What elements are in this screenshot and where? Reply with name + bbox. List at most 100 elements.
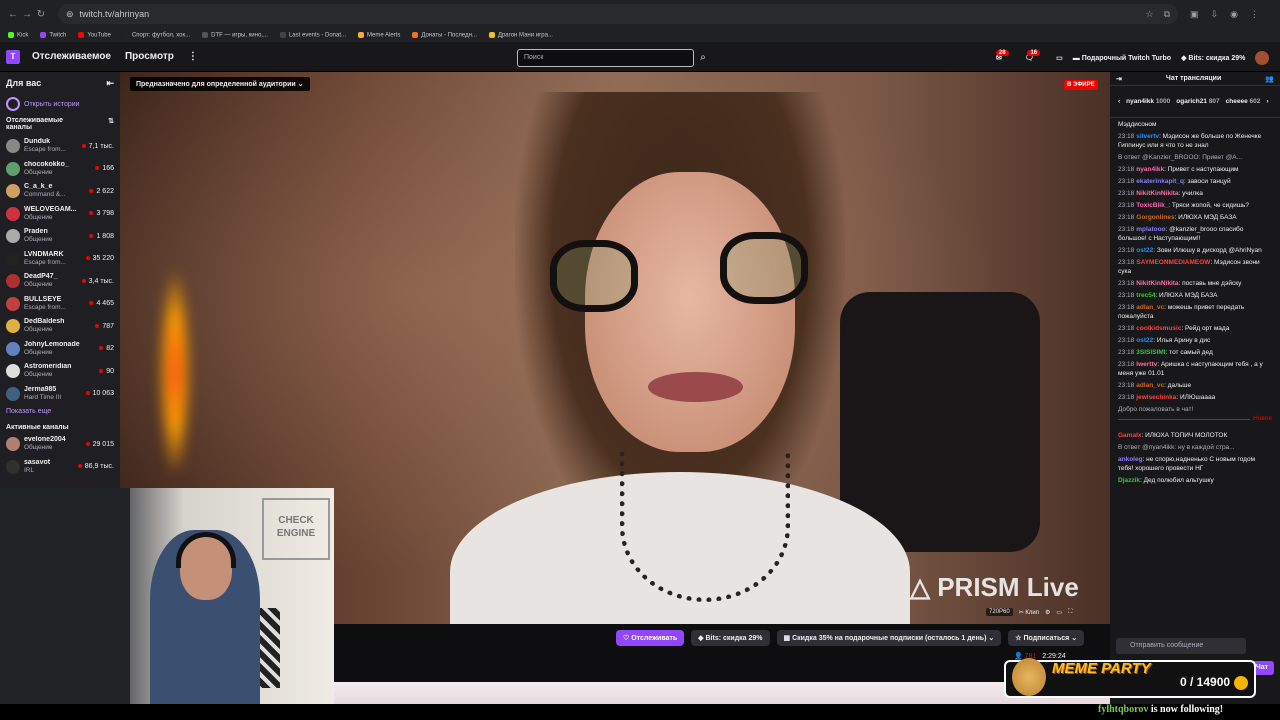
bookmark-item[interactable]: Meme Alerts (358, 31, 400, 38)
top-gifter[interactable]: cheeee 602 (1226, 98, 1261, 105)
gifter-name: ogarich21 (1176, 98, 1207, 105)
search-icon[interactable]: ⌕ (695, 49, 711, 67)
download-icon[interactable]: ⇩ (1211, 9, 1219, 20)
theatre-mode-icon[interactable]: ▭ (1056, 609, 1062, 616)
sidebar-channel[interactable]: Astromeridian Общение 90 (0, 360, 120, 383)
bookmark-item[interactable]: Донаты - Последн... (412, 31, 477, 38)
streamer-face (585, 172, 795, 452)
profile-icon[interactable]: ◉ (1230, 9, 1238, 20)
sidebar-channel[interactable]: evelone2004 Общение 29 015 (0, 433, 120, 456)
bookmark-favicon-icon (202, 31, 209, 38)
sidebar-channel[interactable]: sasavot IRL 86,9 тыс. (0, 456, 120, 479)
users-icon[interactable]: 👥 (1265, 75, 1274, 83)
top-gifter[interactable]: nyan4ikk 1000 (1126, 98, 1170, 105)
message-username[interactable]: adlan_vc (1136, 382, 1164, 389)
sidebar-channel[interactable]: C_a_k_e Command &... 2 622 (0, 180, 120, 203)
message-username[interactable]: ekaterinkapit_q (1136, 178, 1184, 185)
message-timestamp: 23:18 (1118, 132, 1135, 140)
fullscreen-icon[interactable]: ⛶ (1068, 609, 1072, 616)
extensions-icon[interactable]: ⧉ (1164, 9, 1170, 20)
webcam-overlay: CHECK ENGINE (0, 488, 334, 704)
message-username[interactable]: ost22 (1136, 247, 1153, 254)
chat-input[interactable]: Отправить сообщение (1116, 638, 1246, 654)
follow-button[interactable]: ♡ Отслеживать (616, 630, 685, 646)
nav-more-icon[interactable]: ⋮ (188, 51, 198, 62)
chat-next-icon[interactable]: › (1266, 98, 1268, 105)
message-username[interactable]: 3SISISIMI (1136, 349, 1165, 356)
sidebar-channel[interactable]: DedBaldesh Общение 787 (0, 315, 120, 338)
message-username[interactable]: trec54 (1136, 292, 1155, 299)
sidebar-channel[interactable]: Jerma985 Hard Time III 10 063 (0, 383, 120, 406)
top-gifter[interactable]: ogarich21 807 (1176, 98, 1219, 105)
sidebar-channel[interactable]: WELOVEGAM... Общение 3 798 (0, 203, 120, 226)
user-avatar[interactable] (1255, 51, 1270, 65)
back-icon[interactable]: ← (6, 9, 20, 20)
clip-button[interactable]: ✂ Клип (1019, 609, 1039, 616)
glasses-right-lens (720, 232, 808, 304)
message-username[interactable]: SAYMEONMEDIAMEOW (1136, 259, 1210, 266)
gift-sale-button[interactable]: ▦ Скидка 35% на подарочные подписки (ост… (776, 630, 1002, 646)
bookmark-item[interactable]: Спорт: футбол, хок... (122, 31, 190, 38)
sidepanel-icon[interactable]: ▣ (1190, 9, 1199, 20)
sidebar-channel[interactable]: LVNDMARK Escape from... 35 220 (0, 248, 120, 271)
message-username[interactable]: jewisechinka (1136, 394, 1176, 401)
bookmark-star-icon[interactable]: ☆ (1145, 9, 1153, 20)
show-more-link[interactable]: Показать еще (0, 405, 120, 418)
message-username[interactable]: Gamalx (1118, 432, 1142, 439)
inbox-icon[interactable]: ✉28 (995, 50, 1015, 62)
bookmark-item[interactable]: Twitch (40, 31, 66, 38)
message-username[interactable]: lwerttv (1136, 361, 1157, 368)
sidebar-channel[interactable]: DeadP47_ Общение 3,4 тыс. (0, 270, 120, 293)
stories-link[interactable]: Открыть истории (0, 95, 120, 113)
bookmark-item[interactable]: YouTube (78, 31, 111, 38)
message-username[interactable]: silvertv (1136, 133, 1159, 140)
search-input[interactable]: Поиск (517, 49, 694, 67)
url-bar[interactable]: ⊜ twitch.tv/ahrinyan ☆ ⧉ (58, 4, 1178, 24)
bookmark-item[interactable]: DTF — игры, кино,... (202, 31, 268, 38)
collapse-icon[interactable]: ⇤ (106, 78, 114, 89)
message-username[interactable]: ToxicBlik_ (1136, 202, 1168, 209)
whispers-icon[interactable]: ▭ (1056, 54, 1063, 62)
message-username[interactable]: adlan_vc (1136, 304, 1164, 311)
bits-sale-button[interactable]: ◆ Bits: скидка 29% (691, 630, 770, 646)
audience-text: Предназначено для определенной аудитории (136, 81, 296, 88)
message-username[interactable]: coolkidsmusic (1136, 325, 1181, 332)
nav-following[interactable]: Отслеживаемое (32, 51, 111, 62)
bookmark-item[interactable]: Драгон Мани игра... (488, 31, 553, 39)
check-engine-sign: CHECK ENGINE (262, 498, 330, 560)
sort-icon[interactable]: ⇅ (108, 117, 114, 131)
bookmark-item[interactable]: Last events - Donat... (279, 31, 346, 38)
message-username[interactable]: Gorgonlines (1136, 214, 1174, 221)
bookmark-item[interactable]: Kick (8, 31, 28, 38)
settings-icon[interactable]: ⚙ (1045, 609, 1050, 616)
notif-badge: 28 (995, 50, 1009, 56)
nav-browse[interactable]: Просмотр (125, 51, 174, 62)
sidebar-channel[interactable]: Praden Общение 1 808 (0, 225, 120, 248)
chat-message: 23:18 NikitKinNikita: училка (1110, 187, 1280, 199)
message-username[interactable]: NikitKinNikita (1136, 280, 1178, 287)
bookmark-label: Драгон Мани игра... (497, 32, 553, 39)
audience-label[interactable]: Предназначено для определенной аудитории… (130, 77, 310, 91)
message-username[interactable]: Djazzik (1118, 477, 1140, 484)
reload-icon[interactable]: ↻ (34, 9, 48, 20)
message-username[interactable]: NikitKinNikita (1136, 190, 1178, 197)
notifications-icon[interactable]: 🗨16 (1025, 50, 1047, 62)
twitch-logo-icon[interactable]: T (6, 49, 20, 64)
chat-prev-icon[interactable]: ‹ (1118, 98, 1120, 105)
message-username[interactable]: ost22 (1136, 337, 1153, 344)
message-username[interactable]: nyan4ikk (1136, 166, 1164, 173)
forward-icon[interactable]: → (20, 9, 34, 20)
sidebar-channel[interactable]: JohnyLemonade Общение 82 (0, 338, 120, 361)
message-username[interactable]: ankoleg (1118, 456, 1143, 463)
message-timestamp: 23:18 (1118, 165, 1135, 173)
subscribe-button[interactable]: ☆ Подписаться ⌄ (1008, 630, 1085, 646)
turbo-button[interactable]: ▬ Подарочный Twitch Turbo (1073, 55, 1171, 62)
collapse-chat-icon[interactable]: ⇥ (1116, 75, 1122, 83)
sidebar-channel[interactable]: Dunduk Escape from... 7,1 тыс. (0, 135, 120, 158)
bits-button[interactable]: ◆ Bits: скидка 29% (1181, 54, 1245, 62)
sidebar-channel[interactable]: BULLSEYE Escape from... 4 465 (0, 293, 120, 316)
message-username[interactable]: mplatooo (1136, 226, 1165, 233)
sidebar-channel[interactable]: chocokokko_ Общение 166 (0, 158, 120, 181)
site-info-icon[interactable]: ⊜ (66, 9, 74, 20)
menu-icon[interactable]: ⋮ (1250, 9, 1259, 20)
